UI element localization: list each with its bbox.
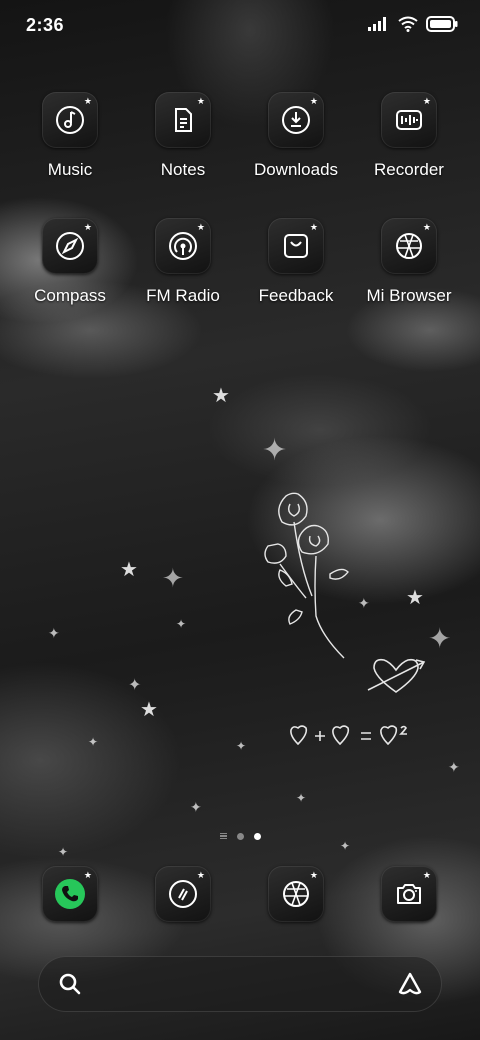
- feedback-icon: ★: [268, 218, 324, 274]
- app-label: Notes: [160, 160, 206, 179]
- star-icon: ★: [120, 559, 138, 581]
- download-icon: ★: [268, 92, 324, 148]
- star-icon: ★: [140, 699, 158, 721]
- assistant-icon[interactable]: [396, 971, 424, 997]
- sparkle-icon: ✦: [88, 735, 99, 749]
- sparkle-icon: ✦: [176, 617, 187, 631]
- app-label: Music: [47, 160, 93, 179]
- home-screen: 2:36 ★ Music ★ Notes ★ Downloads ★ Recor…: [0, 0, 480, 1040]
- app-music[interactable]: ★ Music: [14, 92, 126, 180]
- sparkle-icon: ✦: [236, 739, 247, 753]
- search-bar[interactable]: [38, 956, 442, 1012]
- dock-phone[interactable]: ★: [14, 866, 126, 922]
- app-label: Mi Browser: [366, 286, 452, 305]
- app-mi-browser[interactable]: ★ Mi Browser: [353, 218, 465, 306]
- app-downloads[interactable]: ★ Downloads: [240, 92, 352, 180]
- page-dot-active: [253, 832, 261, 840]
- status-time: 2:36: [26, 15, 65, 35]
- app-fm-radio[interactable]: ★ FM Radio: [127, 218, 239, 306]
- app-label: Downloads: [253, 160, 339, 179]
- phone-icon: [55, 879, 85, 909]
- app-label: FM Radio: [146, 286, 220, 305]
- heart-arrow-drawing: [367, 658, 426, 693]
- app-feedback[interactable]: ★ Feedback: [240, 218, 352, 306]
- dock-camera[interactable]: ★: [353, 866, 465, 922]
- sparkle-icon: ✦: [428, 623, 452, 654]
- sparkle-icon: ✦: [262, 434, 288, 467]
- signal-icon: [368, 17, 386, 31]
- sparkle-icon: ✦: [162, 563, 184, 593]
- app-label: Recorder: [374, 160, 444, 179]
- radio-icon: ★: [155, 218, 211, 274]
- sparkle-icon: ✦: [340, 839, 351, 853]
- feed-page-indicator-icon: [219, 832, 227, 840]
- browser-globe-icon: ★: [268, 866, 324, 922]
- status-bar: 2:36: [0, 0, 480, 50]
- dock-messages[interactable]: ★: [127, 866, 239, 922]
- compass-icon: ★: [42, 218, 98, 274]
- messages-icon: ★: [155, 866, 211, 922]
- status-icons: [368, 16, 458, 32]
- app-notes[interactable]: ★ Notes: [127, 92, 239, 180]
- search-icon[interactable]: [58, 972, 82, 996]
- music-note-icon: ★: [42, 92, 98, 148]
- rose-drawing: [264, 492, 349, 659]
- phone-app-icon: ★: [42, 866, 98, 922]
- browser-globe-icon: ★: [381, 218, 437, 274]
- sparkle-icon: ✦: [128, 677, 142, 694]
- app-label: Feedback: [258, 286, 334, 305]
- page-dot: [236, 832, 244, 840]
- heart-equation-drawing: [290, 725, 407, 746]
- recorder-icon: ★: [381, 92, 437, 148]
- sparkle-icon: ✦: [190, 799, 202, 815]
- app-recorder[interactable]: ★ Recorder: [353, 92, 465, 180]
- app-label: Compass: [34, 286, 106, 305]
- star-icon: ★: [212, 385, 230, 407]
- star-icon: ★: [406, 587, 424, 609]
- notes-icon: ★: [155, 92, 211, 148]
- app-compass[interactable]: ★ Compass: [14, 218, 126, 306]
- sparkle-icon: ✦: [296, 791, 307, 805]
- wifi-icon: [398, 16, 418, 32]
- sparkle-icon: ✦: [58, 845, 69, 859]
- dock-browser[interactable]: ★: [240, 866, 352, 922]
- sparkle-icon: ✦: [48, 625, 60, 641]
- camera-icon: ★: [381, 866, 437, 922]
- sparkle-icon: ✦: [448, 759, 460, 775]
- battery-icon: [426, 16, 458, 32]
- page-indicator[interactable]: [200, 830, 280, 842]
